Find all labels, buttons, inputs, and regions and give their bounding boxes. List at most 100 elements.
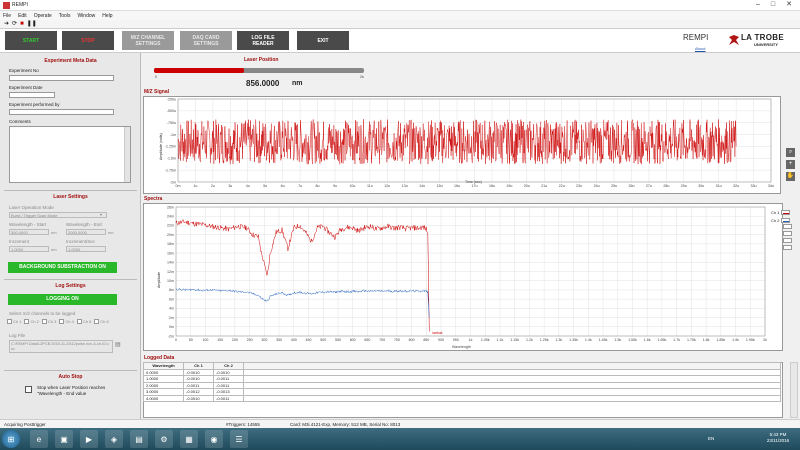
spectra-xtick-label: 1.1k [497, 338, 504, 342]
mz-xtick-label: 11u [367, 184, 373, 188]
stop-button[interactable]: STOP [62, 31, 114, 50]
mz-ylabel: Amplitude (volts) [159, 133, 163, 160]
menu-edit[interactable]: Edit [18, 13, 27, 19]
clock[interactable]: 5:43 PM 23/11/2016 [759, 432, 797, 444]
spectra-xtick-label: 1.3k [555, 338, 562, 342]
spectra-series-ch2 [175, 287, 430, 318]
minimize-button[interactable]: – [751, 0, 765, 10]
pause-icon[interactable]: ❚❚ [27, 20, 37, 28]
rempi-task-icon[interactable]: ⚙ [155, 430, 173, 448]
start-menu-icon[interactable]: ⊞ [2, 430, 20, 448]
ie-icon[interactable]: e [30, 430, 48, 448]
daq-card-settings-button[interactable]: DAQ CARD SETTINGS [180, 31, 232, 50]
experiment-by-input[interactable] [9, 109, 114, 115]
mz-xtick-label: 3u [228, 184, 232, 188]
language-indicator[interactable]: EN [708, 436, 714, 441]
experiment-no-input[interactable] [9, 75, 114, 81]
channel-checkbox-3[interactable]: Ch 3 [41, 319, 56, 325]
spectra-xtick-label: 1.8k [703, 338, 710, 342]
exit-button[interactable]: EXIT [297, 31, 349, 50]
spectra-xtick-label: 0 [175, 338, 177, 342]
close-button[interactable]: ✕ [782, 0, 796, 10]
laser-mode-label: Laser Operation Mode [9, 205, 54, 210]
channel-checkbox-5[interactable]: Ch 5 [76, 319, 91, 325]
explorer-icon[interactable]: ▣ [55, 430, 73, 448]
mz-xtick-label: 33u [751, 184, 757, 188]
maximize-button[interactable]: □ [766, 0, 780, 10]
spectra-xtick-label: 1.05k [481, 338, 490, 342]
mz-xtick-label: 7u [298, 184, 302, 188]
mz-xtick-label: 9u [333, 184, 337, 188]
log-file-path[interactable]: C:\REMPI Data\LZPCB 2016-11-23\12pulse-n… [9, 340, 113, 353]
channel-checkbox-1[interactable]: Ch 1 [7, 319, 21, 325]
mz-xtick-label: 26u [628, 184, 634, 188]
increment-sec-label: Increment/Sec [66, 239, 96, 244]
crosshair-tool-icon[interactable]: + [786, 160, 795, 169]
auto-stop-checkbox[interactable] [25, 386, 32, 393]
separator [4, 279, 137, 280]
laser-position-value: 856.0000 [246, 79, 280, 88]
wavelength-start-input[interactable]: 300.0000 [9, 229, 49, 235]
legend-item-ch2[interactable]: Ch 2 [771, 216, 792, 224]
spectra-xtick-label: 550 [335, 338, 341, 342]
run-arrow-icon[interactable]: ➜ [4, 20, 9, 28]
wavelength-start-unit: nm [51, 230, 57, 235]
app-task-icon-4[interactable]: ☰ [230, 430, 248, 448]
menu-window[interactable]: Window [77, 13, 95, 19]
logged-data-scrollbar[interactable] [790, 362, 798, 418]
mz-xtick-label: 6u [281, 184, 285, 188]
folder-browse-icon[interactable]: ▤ [115, 341, 121, 348]
labview-icon[interactable]: ◈ [105, 430, 123, 448]
app-task-icon-3[interactable]: ◉ [205, 430, 223, 448]
spectra-xtick-label: 100 [202, 338, 208, 342]
spectra-xtick-label: 450 [306, 338, 312, 342]
increment-sec-input[interactable]: 1.0000 [66, 246, 106, 252]
spectra-xtick-label: 1.5k [614, 338, 621, 342]
channel-checkbox-2[interactable]: Ch 2 [24, 319, 39, 325]
increment-unit: nm [51, 247, 57, 252]
channel-checkbox-6[interactable]: Ch 6 [94, 319, 109, 325]
pan-tool-icon[interactable]: ✋ [786, 172, 795, 181]
mz-xtick-label: 1u [193, 184, 197, 188]
mz-xtick-label: 27u [646, 184, 652, 188]
pdf-icon[interactable]: ▤ [130, 430, 148, 448]
background-subtraction-button[interactable]: BACKGROUND SUBSTRACTION ON [8, 262, 117, 273]
logging-button[interactable]: LOGGING ON [8, 294, 117, 305]
mz-xtick-label: 29u [681, 184, 687, 188]
spectra-xtick-label: 1.65k [658, 338, 667, 342]
menu-operate[interactable]: Operate [34, 13, 52, 19]
start-button[interactable]: START [5, 31, 57, 50]
about-link[interactable]: About [695, 46, 705, 51]
abort-icon[interactable]: ■ [20, 20, 24, 28]
legend-item-ch1[interactable]: Ch 1 [771, 208, 792, 216]
media-icon[interactable]: ▶ [80, 430, 98, 448]
zoom-tool-icon[interactable]: ⌕ [786, 148, 795, 157]
separator [4, 370, 137, 371]
comments-textarea[interactable] [9, 126, 131, 183]
experiment-no-label: Experiment No [9, 68, 39, 73]
increment-input[interactable]: 1.0000 [9, 246, 49, 252]
mz-xtick-label: 15u [437, 184, 443, 188]
spectra-ytick-label: 10m [167, 279, 174, 283]
comments-label: Comments [9, 119, 31, 124]
logo-emblem-icon [729, 35, 739, 45]
wavelength-end-input[interactable]: 2000.0000 [66, 229, 106, 235]
laser-mode-select[interactable]: Burst / Trigger Scan Mode [9, 212, 107, 218]
experiment-date-input[interactable] [9, 92, 55, 98]
mz-xtick-label: 28u [663, 184, 669, 188]
menu-tools[interactable]: Tools [59, 13, 71, 19]
mz-xtick-label: 2u [211, 184, 215, 188]
run-continuous-icon[interactable]: ⟳ [12, 20, 17, 28]
spectra-ytick-label: 24m [167, 215, 174, 219]
menu-help[interactable]: Help [102, 13, 112, 19]
log-file-reader-button[interactable]: LOG FILE READER [237, 31, 289, 50]
mz-channel-settings-button[interactable]: M/Z CHANNEL SETTINGS [122, 31, 174, 50]
app-task-icon-2[interactable]: ▦ [180, 430, 198, 448]
spectra-xtick-label: 900 [438, 338, 444, 342]
spectra-xtick-label: 600 [350, 338, 356, 342]
spectra-marker-label: lumbak [432, 331, 443, 335]
channel-checkbox-4[interactable]: Ch 4 [59, 319, 74, 325]
comments-scrollbar[interactable] [124, 127, 130, 182]
menu-file[interactable]: File [3, 13, 11, 19]
spectra-xtick-label: 1.75k [687, 338, 696, 342]
